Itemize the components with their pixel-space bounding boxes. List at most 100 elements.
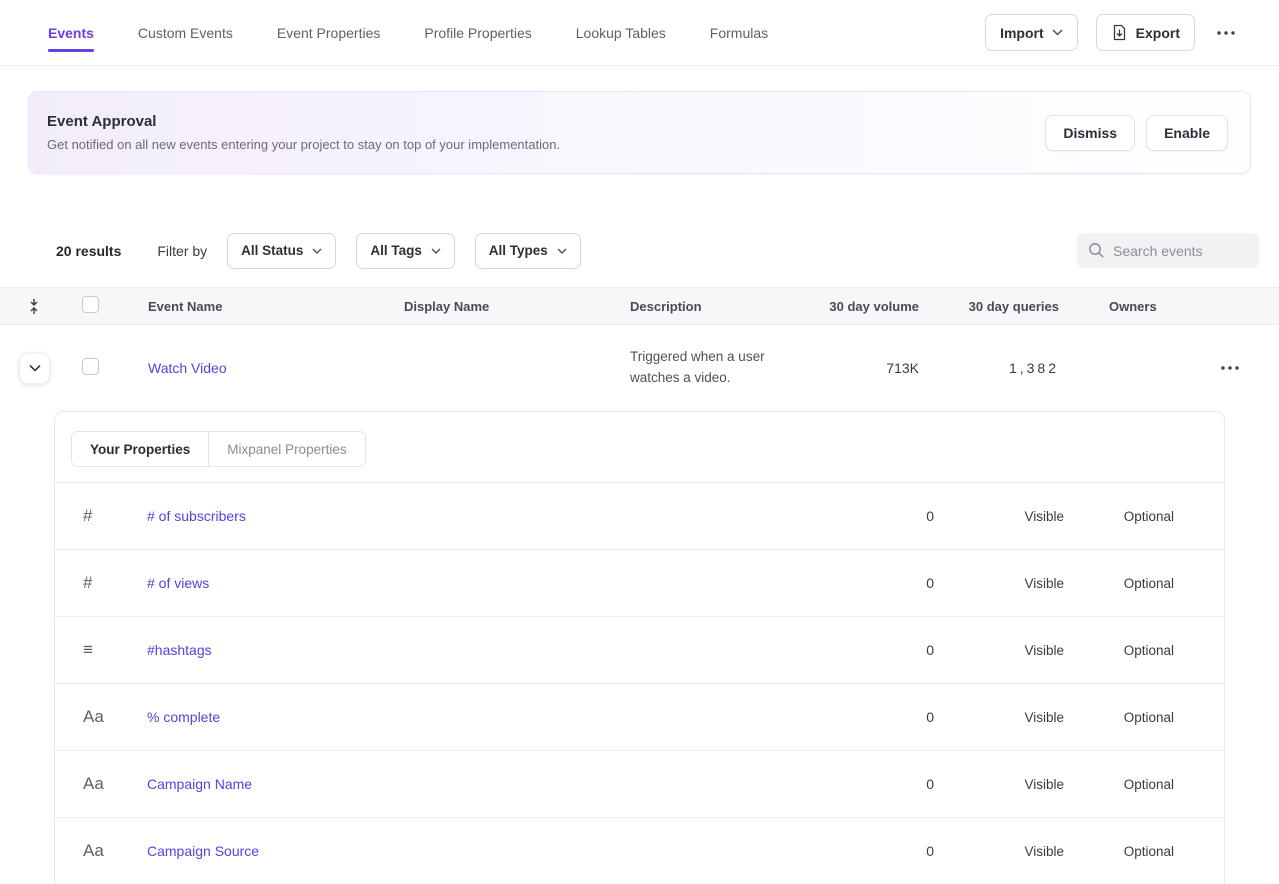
export-icon bbox=[1111, 24, 1128, 41]
nav-actions: Import Export bbox=[985, 0, 1239, 65]
column-header-description[interactable]: Description bbox=[604, 299, 799, 314]
property-requirement: Optional bbox=[1064, 509, 1174, 524]
property-visibility: Visible bbox=[934, 844, 1064, 859]
search-box bbox=[1077, 233, 1259, 268]
number-icon: # bbox=[83, 573, 147, 593]
property-name-link[interactable]: Campaign Name bbox=[147, 776, 844, 792]
banner-text: Event Approval Get notified on all new e… bbox=[47, 113, 1045, 152]
property-requirement: Optional bbox=[1064, 777, 1174, 792]
nav-tab[interactable]: Events bbox=[48, 0, 94, 65]
event-approval-banner: Event Approval Get notified on all new e… bbox=[28, 91, 1251, 174]
export-label: Export bbox=[1136, 25, 1180, 41]
column-header-volume[interactable]: 30 day volume bbox=[799, 299, 929, 314]
dropdown-label: All Status bbox=[241, 243, 303, 258]
nav-tab[interactable]: Lookup Tables bbox=[576, 0, 666, 65]
property-count: 0 bbox=[844, 709, 934, 725]
select-all-checkbox[interactable] bbox=[82, 296, 99, 313]
property-row: Aa Campaign Source 0 Visible Optional bbox=[55, 817, 1224, 884]
property-count: 0 bbox=[844, 575, 934, 591]
property-visibility: Visible bbox=[934, 710, 1064, 725]
more-options-icon bbox=[1221, 366, 1239, 370]
filter-dropdown[interactable]: All Status bbox=[227, 233, 336, 269]
event-volume: 713K bbox=[799, 360, 929, 376]
filter-dropdown[interactable]: All Types bbox=[475, 233, 581, 269]
export-button[interactable]: Export bbox=[1096, 14, 1195, 51]
enable-button[interactable]: Enable bbox=[1146, 115, 1228, 151]
property-count: 0 bbox=[844, 776, 934, 792]
collapse-all-button[interactable] bbox=[27, 298, 41, 315]
chevron-down-icon bbox=[1052, 29, 1063, 36]
text-icon: Aa bbox=[83, 841, 147, 861]
property-requirement: Optional bbox=[1064, 576, 1174, 591]
number-icon: # bbox=[83, 506, 147, 526]
row-expander-button[interactable] bbox=[19, 353, 50, 384]
property-row: ≡ #hashtags 0 Visible Optional bbox=[55, 616, 1224, 683]
property-visibility: Visible bbox=[934, 643, 1064, 658]
results-count: 20 results bbox=[56, 243, 121, 259]
text-icon: Aa bbox=[83, 707, 147, 727]
column-header-queries[interactable]: 30 day queries bbox=[929, 299, 1069, 314]
property-name-link[interactable]: % complete bbox=[147, 709, 844, 725]
dismiss-button[interactable]: Dismiss bbox=[1045, 115, 1135, 151]
nav-tab[interactable]: Custom Events bbox=[138, 0, 233, 65]
property-visibility: Visible bbox=[934, 777, 1064, 792]
event-queries: 1,382 bbox=[929, 360, 1069, 376]
property-requirement: Optional bbox=[1064, 710, 1174, 725]
filter-bar: 20 results Filter by All Status All Tags… bbox=[56, 232, 1259, 269]
list-icon: ≡ bbox=[83, 640, 147, 660]
property-row: Aa Campaign Name 0 Visible Optional bbox=[55, 750, 1224, 817]
event-name-link[interactable]: Watch Video bbox=[148, 360, 227, 376]
filter-by-label: Filter by bbox=[157, 243, 207, 259]
banner-description: Get notified on all new events entering … bbox=[47, 137, 1045, 152]
property-requirement: Optional bbox=[1064, 643, 1174, 658]
column-header-event-name[interactable]: Event Name bbox=[122, 299, 378, 314]
chevron-down-icon bbox=[431, 248, 441, 254]
row-checkbox[interactable] bbox=[82, 358, 99, 375]
import-label: Import bbox=[1000, 25, 1044, 41]
chevron-down-icon bbox=[312, 248, 322, 254]
nav-tab[interactable]: Event Properties bbox=[277, 0, 381, 65]
nav-tab[interactable]: Formulas bbox=[710, 0, 768, 65]
panel-tab[interactable]: Your Properties bbox=[72, 432, 208, 466]
chevron-down-icon bbox=[29, 364, 41, 372]
banner-title: Event Approval bbox=[47, 113, 1045, 130]
text-icon: Aa bbox=[83, 774, 147, 794]
import-button[interactable]: Import bbox=[985, 14, 1078, 51]
property-count: 0 bbox=[844, 508, 934, 524]
property-list: # # of subscribers 0 Visible Optional # … bbox=[55, 482, 1224, 884]
chevron-down-icon bbox=[557, 248, 567, 254]
properties-panel: Your Properties Mixpanel Properties # # … bbox=[54, 411, 1225, 884]
property-requirement: Optional bbox=[1064, 844, 1174, 859]
table-header: Event Name Display Name Description 30 d… bbox=[0, 287, 1279, 325]
filter-dropdowns: All Status All Tags All Types bbox=[227, 233, 597, 269]
property-visibility: Visible bbox=[934, 509, 1064, 524]
dropdown-label: All Types bbox=[489, 243, 548, 258]
panel-header: Your Properties Mixpanel Properties bbox=[55, 412, 1224, 482]
top-navigation: Events Custom Events Event Properties Pr… bbox=[0, 0, 1279, 66]
column-header-owners[interactable]: Owners bbox=[1069, 299, 1189, 314]
event-description: Triggered when a user watches a video. bbox=[604, 347, 799, 389]
property-name-link[interactable]: Campaign Source bbox=[147, 843, 844, 859]
nav-tab[interactable]: Profile Properties bbox=[424, 0, 531, 65]
more-options-icon bbox=[1217, 31, 1235, 35]
column-header-display-name[interactable]: Display Name bbox=[378, 299, 604, 314]
panel-tab[interactable]: Mixpanel Properties bbox=[208, 432, 364, 466]
property-row: # # of subscribers 0 Visible Optional bbox=[55, 482, 1224, 549]
search-input[interactable] bbox=[1077, 233, 1259, 268]
property-name-link[interactable]: #hashtags bbox=[147, 642, 844, 658]
row-more-button[interactable] bbox=[1217, 362, 1243, 374]
filter-dropdown[interactable]: All Tags bbox=[356, 233, 455, 269]
property-name-link[interactable]: # of views bbox=[147, 575, 844, 591]
event-row: Watch Video Triggered when a user watche… bbox=[0, 325, 1279, 411]
panel-tabs: Your Properties Mixpanel Properties bbox=[71, 431, 366, 467]
property-name-link[interactable]: # of subscribers bbox=[147, 508, 844, 524]
banner-actions: Dismiss Enable bbox=[1045, 115, 1228, 151]
collapse-all-icon bbox=[27, 298, 41, 315]
more-options-button[interactable] bbox=[1213, 27, 1239, 39]
nav-tabs: Events Custom Events Event Properties Pr… bbox=[48, 0, 768, 65]
dropdown-label: All Tags bbox=[370, 243, 422, 258]
property-row: Aa % complete 0 Visible Optional bbox=[55, 683, 1224, 750]
property-visibility: Visible bbox=[934, 576, 1064, 591]
property-count: 0 bbox=[844, 642, 934, 658]
property-row: # # of views 0 Visible Optional bbox=[55, 549, 1224, 616]
